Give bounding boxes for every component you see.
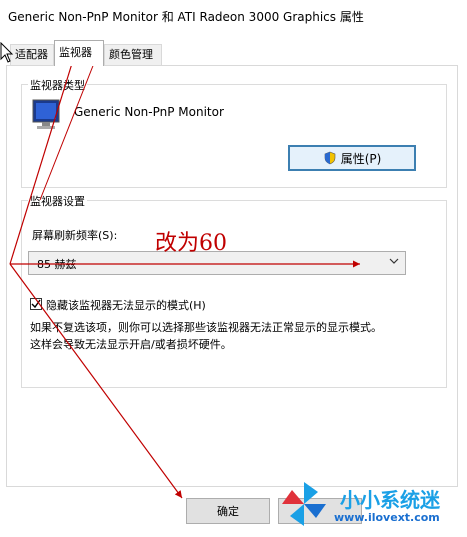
uac-shield-icon: [324, 151, 335, 165]
tab-adapter[interactable]: 适配器: [10, 44, 54, 65]
refresh-rate-value: 85 赫兹: [37, 258, 77, 271]
monitor-type-group: 监视器类型 Generic Non-PnP Monitor 属性(P): [21, 77, 447, 188]
title-bar: Generic Non-PnP Monitor 和 ATI Radeon 300…: [0, 0, 467, 32]
window-title: Generic Non-PnP Monitor 和 ATI Radeon 300…: [8, 10, 364, 24]
annotation-note: 改为60: [155, 231, 227, 256]
tab-monitor[interactable]: 监视器: [54, 40, 104, 66]
monitor-icon: [32, 99, 60, 129]
pinwheel-logo-icon: [282, 482, 326, 526]
monitor-settings-group: 监视器设置 屏幕刷新频率(S): 85 赫兹 隐藏该监视器无法显示的模式(H) …: [21, 193, 447, 388]
tab-strip: 适配器 监视器 颜色管理: [0, 40, 467, 66]
ok-button[interactable]: 确定: [186, 498, 270, 524]
watermark-url: www.ilovext.com: [334, 511, 440, 524]
watermark: 小小系统迷 www.ilovext.com: [278, 478, 464, 534]
description-line-2: 这样会导致无法显示开启/或者损坏硬件。: [30, 338, 232, 351]
monitor-settings-group-title: 监视器设置: [28, 193, 87, 209]
tab-color-management[interactable]: 颜色管理: [104, 44, 162, 65]
monitor-tab-panel: 监视器类型 Generic Non-PnP Monitor 属性(P) 监视器设…: [6, 65, 458, 487]
monitor-type-group-title: 监视器类型: [28, 77, 87, 93]
mouse-cursor-icon: [0, 42, 14, 63]
description-line-1: 如果不复选该项，则你可以选择那些该监视器无法正常显示的显示模式。: [30, 321, 382, 334]
properties-button[interactable]: 属性(P): [288, 145, 416, 171]
monitor-name: Generic Non-PnP Monitor: [74, 105, 224, 119]
hide-modes-description: 如果不复选该项，则你可以选择那些该监视器无法正常显示的显示模式。 这样会导致无法…: [30, 319, 410, 353]
chevron-down-icon: [389, 258, 399, 264]
refresh-rate-label: 屏幕刷新频率(S):: [32, 229, 118, 242]
hide-modes-label: 隐藏该监视器无法显示的模式(H): [46, 299, 206, 312]
ok-button-label: 确定: [217, 505, 239, 518]
hide-modes-checkbox[interactable]: [30, 298, 42, 310]
checkmark-icon: [31, 299, 41, 309]
properties-button-label: 属性(P): [340, 151, 382, 166]
watermark-brand: 小小系统迷: [340, 488, 440, 512]
